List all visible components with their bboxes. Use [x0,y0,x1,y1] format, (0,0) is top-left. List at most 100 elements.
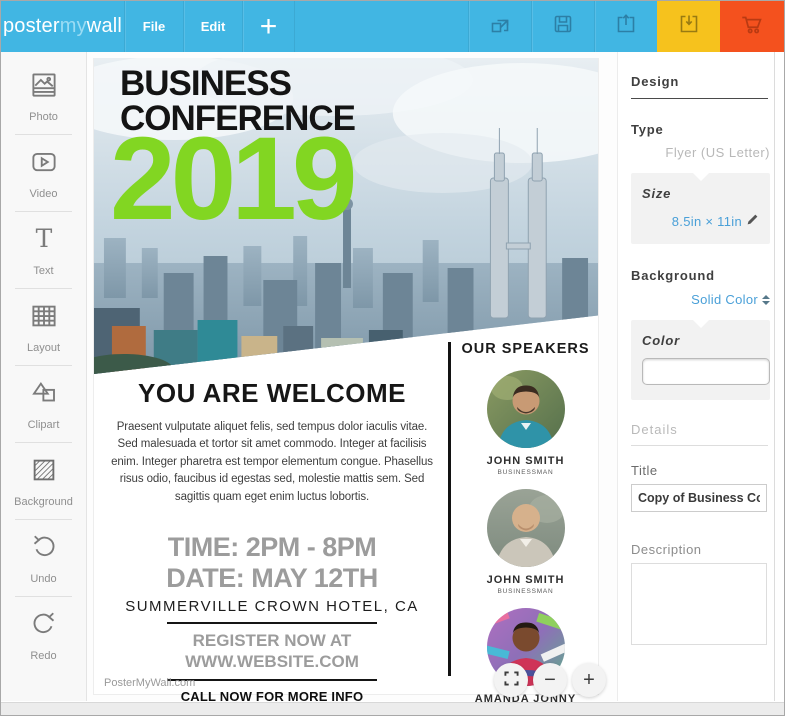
resize-icon [488,12,512,41]
speaker-card[interactable]: JOHN SMITH BUSINESSMAN [451,370,600,476]
sidebar-item-label: Text [33,265,54,277]
zoom-controls: − + [494,663,606,697]
flyer-design[interactable]: BUSINESS CONFERENCE 2019 YOU ARE WELCOME… [93,58,599,715]
background-value-link[interactable]: Solid Color [691,292,758,307]
cart-icon [739,11,765,42]
size-value-link[interactable]: 8.5in × 11in [672,214,742,229]
title-input[interactable] [631,484,767,512]
sidebar-item-undo[interactable]: Undo [1,520,86,597]
fullscreen-button[interactable] [494,663,528,697]
photo-icon [29,70,59,105]
sidebar-item-label: Clipart [27,419,60,431]
speaker-card[interactable]: JOHN SMITH BUSINESSMAN [451,489,600,595]
edit-pencil-icon[interactable] [746,213,759,229]
description-textarea[interactable] [631,563,767,645]
cart-button[interactable] [720,1,784,52]
sidebar-item-redo[interactable]: Redo [1,597,86,674]
speakers-heading[interactable]: OUR SPEAKERS [451,341,600,357]
sidebar-item-photo[interactable]: Photo [1,58,86,135]
sidebar-item-layout[interactable]: Layout [1,289,86,366]
size-label: Size [642,186,672,201]
time-line[interactable]: TIME: 2PM - 8PM [94,532,450,562]
sidebar-item-label: Redo [30,650,57,662]
text-icon: T [29,224,59,259]
speaker-card[interactable]: AMANDA JONNY BUSINESSMAN [451,608,600,714]
speaker-name: JOHN SMITH [486,574,565,586]
logo-wall: wall [86,15,123,37]
file-menu[interactable]: File [124,1,183,52]
edit-menu[interactable]: Edit [183,1,242,52]
register-line2[interactable]: WWW.WEBSITE.COM [94,651,450,672]
zoom-out-button[interactable]: − [533,663,567,697]
sidebar-item-label: Video [29,188,58,200]
panel-heading-design: Design [631,74,680,89]
type-label: Type [631,122,664,137]
color-label: Color [642,333,680,348]
clipart-shapes-icon [29,378,59,413]
sidebar-item-clipart[interactable]: Clipart [1,366,86,443]
panel-scrollbar[interactable] [774,52,775,701]
venue-line[interactable]: SUMMERVILLE CROWN HOTEL, CA [94,598,450,615]
file-menu-label: File [142,19,166,34]
divider-rule [167,621,377,624]
welcome-paragraph[interactable]: Praesent vulputate aliquet felis, sed te… [107,419,437,506]
save-button[interactable] [531,1,594,52]
undo-icon [29,532,59,567]
panel-divider [631,445,768,446]
edit-menu-label: Edit [200,19,226,34]
speakers-column: OUR SPEAKERS JOHN SMITH BUSINESSMAN JOHN… [451,341,600,714]
color-swatch[interactable] [642,358,770,385]
register-line1[interactable]: REGISTER NOW AT [94,630,450,651]
canvas-area: BUSINESS CONFERENCE 2019 YOU ARE WELCOME… [87,52,617,715]
watermark: PosterMyWall.com [104,677,196,689]
sidebar-item-background[interactable]: Background [1,443,86,520]
plus-icon: + [259,9,278,43]
details-heading: Details [631,422,678,437]
type-value: Flyer (US Letter) [665,145,770,160]
sidebar-item-label: Layout [26,342,61,354]
logo-poster: poster [2,15,60,37]
svg-text:T: T [35,224,52,253]
design-panel: Design Type Flyer (US Letter) Size 8.5in… [617,52,784,701]
panel-divider [631,98,768,99]
save-icon [551,12,575,41]
welcome-heading[interactable]: YOU ARE WELCOME [94,378,450,409]
speaker-role: BUSINESSMAN [497,588,554,595]
color-box: Color [631,320,770,400]
share-icon [614,12,638,41]
speaker-photo [486,370,565,448]
download-icon [677,12,701,41]
video-icon [29,147,59,182]
sidebar-item-label: Undo [30,573,57,585]
sidebar-item-label: Photo [29,111,58,123]
resize-button[interactable] [468,1,531,52]
sidebar-item-label: Background [14,496,73,508]
sidebar-item-text[interactable]: T Text [1,212,86,289]
fullscreen-icon [503,669,519,692]
divider-rule [167,679,377,682]
background-texture-icon [29,455,59,490]
flyer-title-line1: BUSINESS [120,64,292,103]
left-toolbar: Photo Video T Text Layout Clipart Backgr… [1,52,87,701]
zoom-in-button[interactable]: + [572,663,606,697]
sort-arrows-icon[interactable] [762,294,770,305]
size-box: Size 8.5in × 11in [631,173,770,244]
flyer-year[interactable]: 2019 [110,120,358,238]
app-window: poster my wall File Edit + Photo Video T… [0,0,785,716]
minus-icon: − [544,668,556,691]
background-label: Background [631,268,715,283]
add-element-button[interactable]: + [242,1,294,52]
date-line[interactable]: DATE: MAY 12TH [94,563,450,593]
download-button[interactable] [657,1,720,52]
share-button[interactable] [594,1,657,52]
description-label: Description [631,542,702,557]
flyer-body: YOU ARE WELCOME Praesent vulputate aliqu… [94,378,450,715]
sidebar-item-video[interactable]: Video [1,135,86,212]
main-area: Photo Video T Text Layout Clipart Backgr… [1,52,784,715]
logo-my: my [59,15,87,37]
speaker-photo [486,489,565,567]
app-logo[interactable]: poster my wall [1,1,124,52]
speaker-name: JOHN SMITH [486,455,565,467]
redo-icon [29,609,59,644]
